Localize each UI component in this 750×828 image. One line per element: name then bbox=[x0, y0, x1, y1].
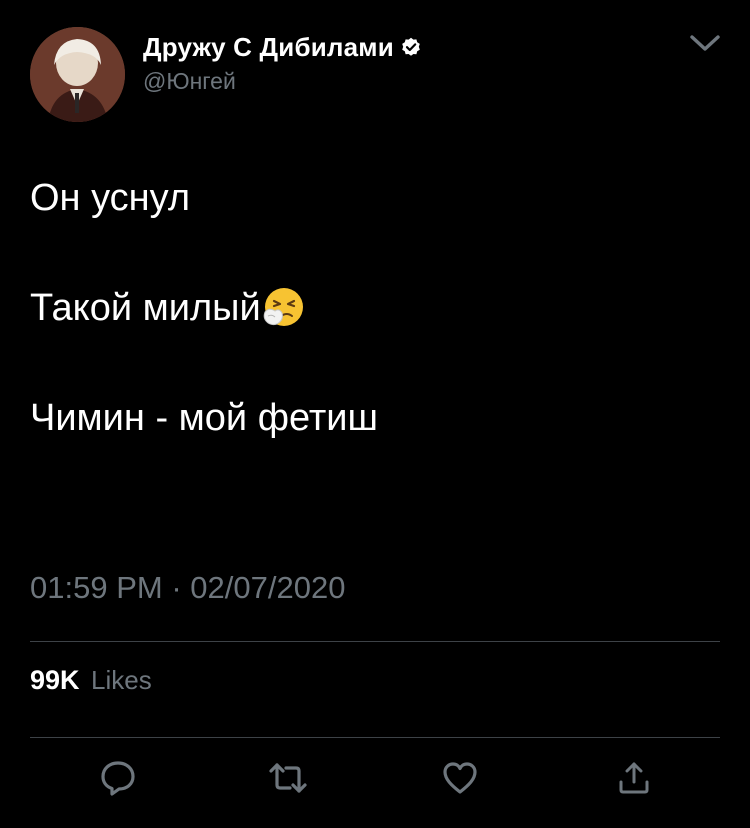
divider bbox=[30, 737, 720, 738]
retweet-icon bbox=[268, 759, 308, 802]
display-name-row: Дружу С Дибилами bbox=[143, 30, 421, 64]
likes-stat[interactable]: 99K Likes bbox=[30, 665, 152, 696]
tweet-text: Он уснул Такой милый Чимин - мой фетиш bbox=[30, 176, 720, 440]
tweet-line: Такой милый bbox=[30, 287, 261, 329]
avatar[interactable] bbox=[30, 27, 125, 122]
like-button[interactable] bbox=[440, 760, 480, 800]
share-button[interactable] bbox=[614, 760, 654, 800]
verified-badge-icon bbox=[401, 37, 421, 57]
tweet-time: 01:59 PM bbox=[30, 570, 163, 605]
retweet-button[interactable] bbox=[268, 760, 308, 800]
like-icon bbox=[441, 760, 479, 801]
user-handle[interactable]: @Юнгей bbox=[143, 68, 421, 95]
likes-label: Likes bbox=[91, 665, 152, 695]
sneezing-face-icon bbox=[263, 286, 305, 328]
chevron-down-icon[interactable] bbox=[688, 28, 722, 56]
tweet-line: Он уснул bbox=[30, 177, 190, 219]
display-name[interactable]: Дружу С Дибилами bbox=[143, 32, 394, 63]
share-icon bbox=[617, 760, 651, 801]
divider bbox=[30, 641, 720, 642]
tweet-header: Дружу С Дибилами @Юнгей bbox=[143, 30, 421, 95]
tweet-line-with-emoji: Такой милый bbox=[30, 286, 720, 330]
reply-button[interactable] bbox=[98, 760, 138, 800]
reply-icon bbox=[99, 759, 137, 802]
tweet-line: Чимин - мой фетиш bbox=[30, 397, 378, 439]
tweet-card: Дружу С Дибилами @Юнгей Он уснул Такой м… bbox=[0, 0, 750, 828]
tweet-timestamp[interactable]: 01:59 PM · 02/07/2020 bbox=[30, 570, 345, 606]
timestamp-separator: · bbox=[171, 570, 182, 605]
tweet-date: 02/07/2020 bbox=[190, 570, 346, 605]
likes-count: 99K bbox=[30, 665, 80, 695]
